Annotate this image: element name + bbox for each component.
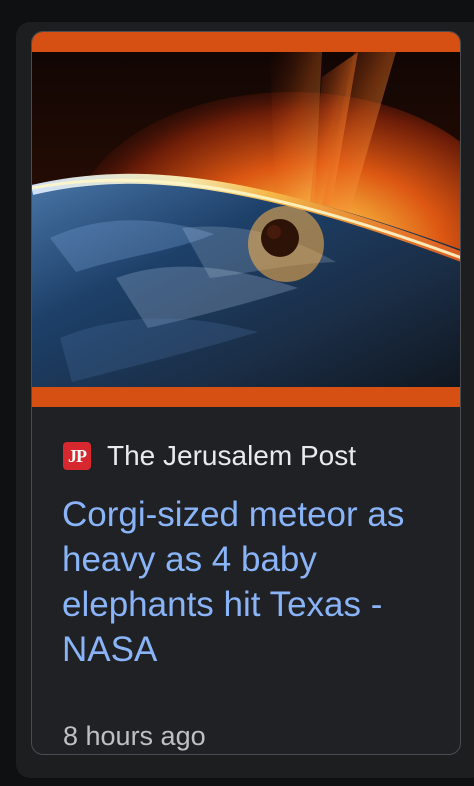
image-top-border — [32, 32, 460, 52]
source-name[interactable]: The Jerusalem Post — [107, 436, 356, 476]
news-card[interactable]: JP The Jerusalem Post Corgi-sized meteor… — [31, 31, 461, 755]
article-headline[interactable]: Corgi-sized meteor as heavy as 4 baby el… — [62, 492, 422, 672]
meteor-earth-image — [32, 52, 460, 387]
article-image[interactable] — [32, 32, 460, 407]
source-row[interactable]: JP The Jerusalem Post — [63, 436, 356, 476]
image-bottom-border — [32, 387, 460, 407]
article-timestamp: 8 hours ago — [63, 721, 206, 751]
screen: JP The Jerusalem Post Corgi-sized meteor… — [0, 0, 474, 786]
jerusalem-post-logo-icon: JP — [63, 442, 91, 470]
